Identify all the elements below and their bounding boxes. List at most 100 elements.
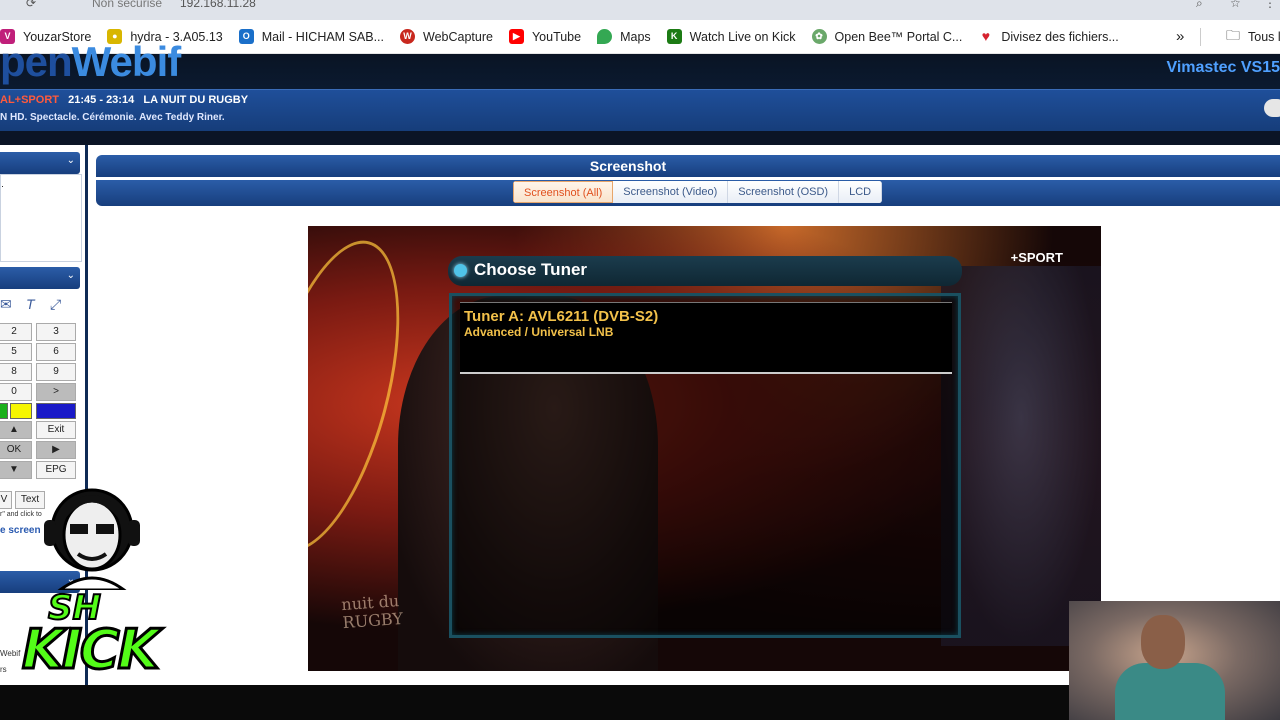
tuner-name: Tuner A: AVL6211 (DVB-S2): [464, 308, 659, 325]
box-name: Vimastec VS15: [1166, 59, 1280, 76]
key-exit[interactable]: Exit: [36, 421, 76, 439]
panel-box-1: ·: [0, 174, 82, 262]
folder-icon: 🗀: [1226, 26, 1240, 43]
color-keys: [0, 403, 32, 419]
webcam-person-face: [1141, 615, 1185, 669]
star-icon[interactable]: ☆: [1230, 0, 1244, 10]
avatar-icon: [44, 488, 140, 590]
bookmark-label: Maps: [620, 29, 651, 44]
bookmarks-divider: [1200, 27, 1201, 46]
key-2[interactable]: 2: [0, 323, 32, 341]
bookmark-mail[interactable]: O Mail - HICHAM SAB...: [238, 29, 385, 44]
header-band: [0, 131, 1280, 145]
theme-toggle[interactable]: [1264, 99, 1280, 117]
url-input[interactable]: 192.168.11.28: [180, 0, 256, 10]
webcam-overlay: [1069, 601, 1280, 720]
openwebif-header: penWebif Vimastec VS15: [0, 38, 1280, 89]
now-playing-bar: AL+SPORT 21:45 - 23:14 LA NUIT DU RUGBY …: [0, 89, 1280, 131]
bookmark-label: Mail - HICHAM SAB...: [261, 29, 385, 44]
expand-icon[interactable]: ⤢: [50, 296, 61, 313]
key-0[interactable]: 0: [0, 383, 32, 401]
bookmark-kick[interactable]: K Watch Live on Kick: [666, 29, 796, 44]
maps-icon: [597, 29, 613, 44]
list-bullet: ·: [1, 181, 4, 191]
tab-screenshot-osd[interactable]: Screenshot (OSD): [728, 181, 840, 203]
all-bookmarks[interactable]: 🗀 Tous l: [1226, 25, 1280, 49]
kick-icon: K: [666, 29, 682, 44]
osd-title-bar: Choose Tuner: [448, 256, 962, 286]
show-title-line2: RUGBY: [342, 608, 404, 633]
key-green[interactable]: [0, 403, 8, 419]
bookmark-label: Divisez des fichiers...: [1001, 29, 1119, 44]
address-bar: ⟳ Non sécurisé 192.168.11.28 ⌕ ☆ ⋮: [0, 0, 1280, 20]
osd-bullet-icon: [454, 264, 467, 277]
more-bookmarks-button[interactable]: »: [1176, 28, 1184, 45]
key-3[interactable]: 3: [36, 323, 76, 341]
youtube-icon: ▶: [508, 29, 524, 44]
key-6[interactable]: 6: [36, 343, 76, 361]
program-title[interactable]: LA NUIT DU RUGBY: [143, 94, 248, 106]
all-bookmarks-label: Tous l: [1248, 29, 1280, 44]
panel-header-1[interactable]: ⌄: [0, 152, 80, 174]
bookmarks-bar: V YouzarStore ● hydra - 3.A05.13 O Mail …: [0, 20, 1280, 54]
program-time: 21:45 - 23:14: [68, 94, 135, 106]
openwebif-logo[interactable]: penWebif: [0, 38, 182, 86]
panel-header-remote[interactable]: ⌄: [0, 267, 80, 289]
heart-icon: ♥: [978, 29, 994, 44]
key-ok[interactable]: OK: [0, 441, 32, 459]
reload-icon[interactable]: ⟳: [26, 0, 40, 10]
bookmark-openbee[interactable]: ✿ Open Bee™ Portal C...: [811, 29, 963, 44]
bookmark-label: WebCapture: [423, 29, 493, 44]
key-down[interactable]: ▼: [0, 461, 32, 479]
search-icon[interactable]: ⌕: [1196, 0, 1210, 10]
stadium-crowd: [941, 266, 1101, 646]
tab-bar: Screenshot (All) Screenshot (Video) Scre…: [96, 180, 1280, 206]
bookmark-webcapture[interactable]: W WebCapture: [400, 29, 493, 44]
key-9[interactable]: 9: [36, 363, 76, 381]
page: ⟳ Non sécurisé 192.168.11.28 ⌕ ☆ ⋮ V You…: [0, 0, 1280, 720]
key-up[interactable]: ▲: [0, 421, 32, 439]
tuner-lnb: Advanced / Universal LNB: [464, 325, 614, 339]
key-yellow[interactable]: [10, 403, 32, 419]
extensions-icon[interactable]: ⋮: [1264, 0, 1278, 10]
text-icon[interactable]: T: [26, 296, 35, 312]
key-8[interactable]: 8: [0, 363, 32, 381]
osd-selected-item: Tuner A: AVL6211 (DVB-S2) Advanced / Uni…: [460, 302, 952, 374]
tab-screenshot-all[interactable]: Screenshot (All): [513, 181, 614, 203]
key-epg[interactable]: EPG: [36, 461, 76, 479]
key-blue[interactable]: [36, 403, 76, 419]
tab-lcd[interactable]: LCD: [839, 181, 883, 203]
outlook-icon: O: [238, 29, 254, 44]
now-playing-line: AL+SPORT 21:45 - 23:14 LA NUIT DU RUGBY: [0, 94, 248, 106]
key-next[interactable]: >: [36, 383, 76, 401]
bookmark-maps[interactable]: Maps: [597, 29, 651, 44]
webcapture-icon: W: [400, 29, 416, 44]
logo-part2: Webif: [71, 38, 182, 85]
channel-logo: +SPORT: [1010, 250, 1063, 265]
page-title: Screenshot: [96, 155, 1280, 177]
bookmark-youtube[interactable]: ▶ YouTube: [508, 29, 582, 44]
program-description: N HD. Spectacle. Cérémonie. Avec Teddy R…: [0, 112, 225, 123]
not-secure-label: Non sécurisé: [92, 0, 163, 10]
screenshot-image[interactable]: nuit du RUGBY +SPORT Choose Tuner Tuner …: [308, 226, 1101, 671]
streamer-logo: SH KICK: [0, 480, 185, 720]
openbee-icon: ✿: [811, 29, 827, 44]
webcam-person-shirt: [1115, 663, 1225, 720]
tab-screenshot-video[interactable]: Screenshot (Video): [613, 181, 729, 203]
screenshot-tabs: Screenshot (All) Screenshot (Video) Scre…: [513, 181, 883, 203]
channel-name[interactable]: AL+SPORT: [0, 94, 59, 106]
chevron-down-icon: ⌄: [66, 155, 75, 166]
remote-keypad: 2 3 5 6 8 9 0 > ▲ Exit OK ▶ ▼ EPG: [0, 323, 76, 479]
bookmark-divisez[interactable]: ♥ Divisez des fichiers...: [978, 29, 1119, 44]
mail-icon[interactable]: ✉: [0, 296, 12, 313]
logo-part1: pen: [0, 38, 73, 85]
bookmark-label: YouTube: [531, 29, 582, 44]
osd-list-panel: Tuner A: AVL6211 (DVB-S2) Advanced / Uni…: [449, 293, 961, 638]
chevron-down-icon: ⌄: [66, 270, 75, 281]
bookmark-label: Open Bee™ Portal C...: [834, 29, 963, 44]
bookmark-label: Watch Live on Kick: [689, 29, 796, 44]
show-watermark: nuit du RUGBY: [341, 591, 404, 633]
key-right[interactable]: ▶: [36, 441, 76, 459]
key-5[interactable]: 5: [0, 343, 32, 361]
osd-title: Choose Tuner: [474, 260, 588, 279]
